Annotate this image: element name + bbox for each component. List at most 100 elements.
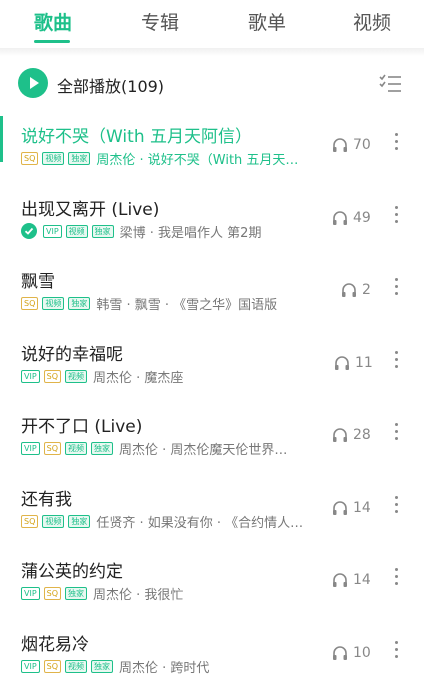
tab-songs[interactable]: 歌曲 <box>34 8 72 35</box>
song-meta: VIP SQ 独家 周杰伦 · 我很忙 <box>21 585 184 603</box>
song-row[interactable]: 飘雪 SQ 视频 独家 韩雪 · 飘雪 · 《雪之华》国语版 2 <box>0 261 424 333</box>
song-title: 说好的幸福呢 <box>21 345 123 365</box>
play-all-label[interactable]: 全部播放(109) <box>57 73 164 97</box>
tab-albums[interactable]: 专辑 <box>141 8 179 35</box>
quality-badge: 独家 <box>68 514 91 528</box>
headphones-icon <box>335 356 349 370</box>
list-manage-icon[interactable] <box>378 72 404 94</box>
song-meta: VIP 视频 独家 梁博 · 我是唱作人 第2期 <box>21 223 262 241</box>
listen-count: 2 <box>340 281 371 299</box>
listen-number: 49 <box>353 210 371 226</box>
song-count: (109) <box>121 77 165 96</box>
more-vertical-icon[interactable] <box>392 206 400 228</box>
quality-badge: SQ <box>21 151 39 165</box>
listen-count: 11 <box>333 354 373 372</box>
quality-badge: VIP <box>21 441 40 455</box>
song-meta: VIP SQ 视频 独家 周杰伦 · 周杰伦魔天伦世界… <box>21 440 288 458</box>
song-row[interactable]: 说好不哭（With 五月天阿信） SQ 视频 独家 周杰伦 · 说好不哭（With 五月… <box>0 116 424 188</box>
active-tab-indicator <box>34 40 70 43</box>
quality-badge: VIP <box>21 369 40 383</box>
more-vertical-icon[interactable] <box>392 568 400 590</box>
song-artist-album: 周杰伦 · 跨时代 <box>119 660 210 676</box>
song-title: 开不了口 (Live) <box>21 417 143 437</box>
song-row[interactable]: 还有我 SQ 视频 独家 任贤齐 · 如果没有你 · 《合约情人… 14 <box>0 479 424 551</box>
song-title: 飘雪 <box>21 272 55 292</box>
quality-badge: SQ <box>43 369 62 383</box>
headphones-icon <box>333 211 347 225</box>
quality-badge: 独家 <box>68 151 91 165</box>
song-row[interactable]: 说好的幸福呢 VIP SQ 视频 周杰伦 · 魔杰座 11 <box>0 334 424 406</box>
quality-badge: 独家 <box>68 296 91 310</box>
quality-badge: 视频 <box>65 369 88 383</box>
more-vertical-icon[interactable] <box>392 423 400 445</box>
song-row[interactable]: 蒲公英的约定 VIP SQ 独家 周杰伦 · 我很忙 14 <box>0 551 424 623</box>
listen-number: 2 <box>362 282 371 298</box>
headphones-icon <box>342 283 356 297</box>
quality-badge: SQ <box>21 514 39 528</box>
song-row[interactable]: 烟花易冷 VIP SQ 视频 独家 周杰伦 · 跨时代 10 <box>0 624 424 685</box>
song-artist-album: 韩雪 · 飘雪 · 《雪之华》国语版 <box>96 297 278 313</box>
quality-badge: SQ <box>43 586 62 600</box>
header-shadow <box>0 48 424 56</box>
quality-badge: 视频 <box>65 224 88 238</box>
song-title: 烟花易冷 <box>21 635 89 655</box>
song-title: 还有我 <box>21 490 72 510</box>
listen-number: 14 <box>353 500 371 516</box>
listen-number: 11 <box>355 355 373 371</box>
quality-badge: 独家 <box>65 586 88 600</box>
song-artist-album: 周杰伦 · 我很忙 <box>93 587 184 603</box>
tab-bar: 歌曲 专辑 歌单 视频 <box>0 0 424 48</box>
listen-number: 10 <box>353 645 371 661</box>
quality-badge: SQ <box>43 659 62 673</box>
listen-count: 49 <box>331 209 371 227</box>
quality-badge: 独家 <box>91 224 114 238</box>
more-vertical-icon[interactable] <box>392 351 400 373</box>
song-artist-album: 周杰伦 · 周杰伦魔天伦世界… <box>119 442 288 458</box>
listen-count: 10 <box>331 644 371 662</box>
quality-badge: 独家 <box>91 659 114 673</box>
song-artist-album: 周杰伦 · 说好不哭（With 五月天… <box>96 152 299 168</box>
more-vertical-icon[interactable] <box>392 133 400 155</box>
more-vertical-icon[interactable] <box>392 641 400 663</box>
song-artist-album: 任贤齐 · 如果没有你 · 《合约情人… <box>96 515 304 531</box>
quality-badge: VIP <box>21 659 40 673</box>
song-meta: SQ 视频 独家 周杰伦 · 说好不哭（With 五月天… <box>21 150 299 168</box>
song-meta: SQ 视频 独家 韩雪 · 飘雪 · 《雪之华》国语版 <box>21 295 278 313</box>
play-all-bar[interactable]: 全部播放(109) <box>0 60 424 108</box>
listen-count: 28 <box>331 426 371 444</box>
song-meta: VIP SQ 视频 周杰伦 · 魔杰座 <box>21 368 184 386</box>
quality-badge: 独家 <box>91 441 114 455</box>
song-meta: VIP SQ 视频 独家 周杰伦 · 跨时代 <box>21 658 210 676</box>
song-artist-album: 周杰伦 · 魔杰座 <box>93 370 184 386</box>
quality-badge: VIP <box>21 586 40 600</box>
quality-badge: SQ <box>21 296 39 310</box>
now-playing-indicator <box>0 116 3 162</box>
listen-number: 14 <box>353 572 371 588</box>
song-title: 说好不哭（With 五月天阿信） <box>21 127 253 147</box>
more-vertical-icon[interactable] <box>392 278 400 300</box>
headphones-icon <box>333 138 347 152</box>
headphones-icon <box>333 646 347 660</box>
song-artist-album: 梁博 · 我是唱作人 第2期 <box>119 225 262 241</box>
quality-badge: VIP <box>43 224 62 238</box>
quality-badge: 视频 <box>42 296 65 310</box>
play-icon[interactable] <box>18 68 48 98</box>
song-row[interactable]: 开不了口 (Live) VIP SQ 视频 独家 周杰伦 · 周杰伦魔天伦世界… 28 <box>0 406 424 478</box>
song-title: 蒲公英的约定 <box>21 562 123 582</box>
listen-count: 14 <box>331 571 371 589</box>
listen-number: 70 <box>353 137 371 153</box>
more-vertical-icon[interactable] <box>392 496 400 518</box>
song-title: 出现又离开 (Live) <box>21 200 160 220</box>
quality-badge: SQ <box>43 441 62 455</box>
listen-count: 14 <box>331 499 371 517</box>
quality-badge: 视频 <box>65 441 88 455</box>
headphones-icon <box>333 428 347 442</box>
headphones-icon <box>333 501 347 515</box>
play-all-text: 全部播放 <box>57 77 122 96</box>
song-row[interactable]: 出现又离开 (Live) VIP 视频 独家 梁博 · 我是唱作人 第2期 49 <box>0 189 424 261</box>
tab-videos[interactable]: 视频 <box>353 8 391 35</box>
quality-badge: 视频 <box>65 659 88 673</box>
listen-number: 28 <box>353 427 371 443</box>
tab-playlists[interactable]: 歌单 <box>248 8 286 35</box>
headphones-icon <box>333 573 347 587</box>
